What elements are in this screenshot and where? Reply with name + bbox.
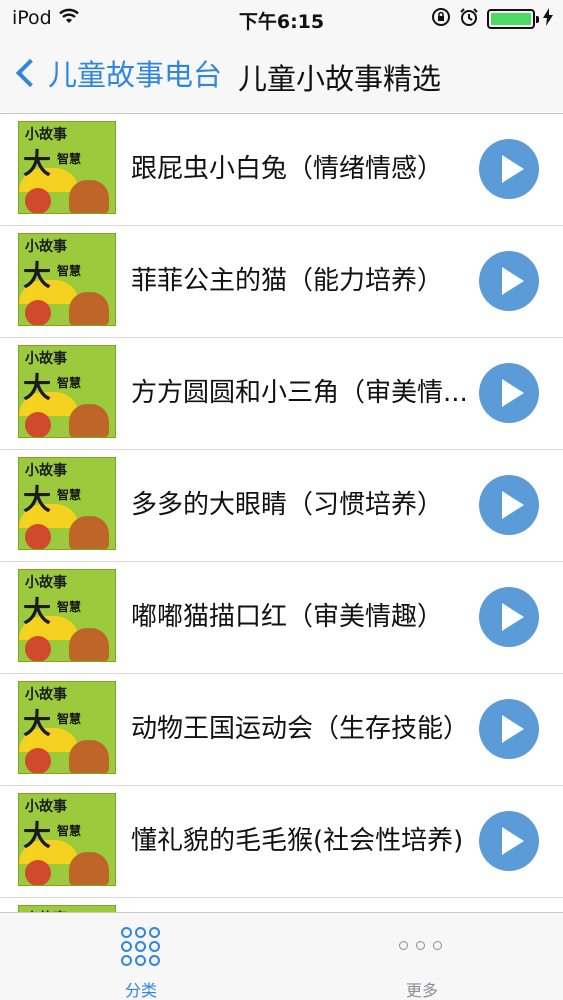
story-title: 跟屁虫小白兔（情绪情感） xyxy=(131,154,444,184)
story-thumbnail: 小故事 大 智慧 xyxy=(18,121,116,214)
thumbnail-top-text: 小故事 xyxy=(25,351,67,367)
list-item[interactable]: 小故事 大 智慧 动物王国运动会（生存技能） xyxy=(0,674,563,786)
thumbnail-big-text: 大 xyxy=(23,707,52,740)
thumbnail-big-text: 大 xyxy=(23,371,52,404)
tab-category[interactable]: 分类 xyxy=(0,913,282,1000)
thumbnail-small-text: 智慧 xyxy=(57,264,82,278)
thumbnail-small-text: 智慧 xyxy=(57,152,82,166)
story-thumbnail: 小故事 大 智慧 xyxy=(18,457,116,550)
thumbnail-small-text: 智慧 xyxy=(57,712,82,726)
list-item[interactable]: 小故事 大 智慧 多多的大眼睛（习惯培养） xyxy=(0,450,563,562)
list-item[interactable]: 小故事 大 智慧 xyxy=(0,898,563,912)
tab-more[interactable]: 更多 xyxy=(281,913,563,1000)
back-button[interactable]: 儿童故事电台 xyxy=(10,52,222,94)
list-item[interactable]: 小故事 大 智慧 跟屁虫小白兔（情绪情感） xyxy=(0,114,563,226)
play-button[interactable] xyxy=(479,139,539,199)
play-button[interactable] xyxy=(479,251,539,311)
grid-icon xyxy=(121,927,161,967)
story-list[interactable]: 小故事 大 智慧 跟屁虫小白兔（情绪情感） 小故事 大 智慧 菲菲公主的猫（能力… xyxy=(0,114,563,912)
story-thumbnail: 小故事 大 智慧 xyxy=(18,681,116,774)
list-item[interactable]: 小故事 大 智慧 方方圆圆和小三角（审美情... xyxy=(0,338,563,450)
thumbnail-big-text: 大 xyxy=(23,483,52,516)
list-item[interactable]: 小故事 大 智慧 懂礼貌的毛毛猴(社会性培养) xyxy=(0,786,563,898)
list-item[interactable]: 小故事 大 智慧 嘟嘟猫描口红（审美情趣） xyxy=(0,562,563,674)
story-title: 动物王国运动会（生存技能） xyxy=(131,714,470,744)
tab-bar: 分类 更多 xyxy=(0,912,563,1000)
thumbnail-top-text: 小故事 xyxy=(25,127,67,143)
story-thumbnail: 小故事 大 智慧 xyxy=(18,233,116,326)
story-title: 多多的大眼睛（习惯培养） xyxy=(131,490,444,520)
story-thumbnail: 小故事 大 智慧 xyxy=(18,569,116,662)
chevron-left-icon xyxy=(15,58,45,88)
story-title: 菲菲公主的猫（能力培养） xyxy=(131,266,444,296)
status-right xyxy=(431,7,553,31)
thumbnail-big-text: 大 xyxy=(23,595,52,628)
tab-category-label: 分类 xyxy=(124,981,157,1000)
thumbnail-big-text: 大 xyxy=(23,819,52,852)
status-bar: iPod 下午6:15 xyxy=(0,0,563,38)
rotation-lock-icon xyxy=(431,7,451,31)
thumbnail-small-text: 智慧 xyxy=(57,488,82,502)
story-thumbnail: 小故事 大 智慧 xyxy=(18,345,116,438)
story-title: 方方圆圆和小三角（审美情... xyxy=(131,378,468,408)
list-item[interactable]: 小故事 大 智慧 菲菲公主的猫（能力培养） xyxy=(0,226,563,338)
battery-icon xyxy=(487,9,539,29)
thumbnail-top-text: 小故事 xyxy=(25,463,67,479)
play-button[interactable] xyxy=(479,363,539,423)
thumbnail-big-text: 大 xyxy=(23,259,52,292)
play-button[interactable] xyxy=(479,475,539,535)
tab-more-label: 更多 xyxy=(405,981,438,1000)
more-icon xyxy=(399,941,442,950)
thumbnail-small-text: 智慧 xyxy=(57,600,82,614)
play-button[interactable] xyxy=(479,587,539,647)
alarm-icon xyxy=(459,7,479,31)
page-title: 儿童小故事精选 xyxy=(238,62,442,96)
thumbnail-big-text: 大 xyxy=(23,147,52,180)
navigation-bar: 儿童故事电台 儿童小故事精选 xyxy=(0,38,563,114)
thumbnail-top-text: 小故事 xyxy=(25,799,67,815)
back-button-label: 儿童故事电台 xyxy=(48,58,223,92)
charging-icon xyxy=(543,8,553,30)
thumbnail-small-text: 智慧 xyxy=(57,824,82,838)
thumbnail-small-text: 智慧 xyxy=(57,376,82,390)
story-thumbnail: 小故事 大 智慧 xyxy=(18,905,116,912)
thumbnail-top-text: 小故事 xyxy=(25,687,67,703)
thumbnail-top-text: 小故事 xyxy=(25,239,67,255)
story-thumbnail: 小故事 大 智慧 xyxy=(18,793,116,886)
story-title: 懂礼貌的毛毛猴(社会性培养) xyxy=(131,826,464,856)
play-button[interactable] xyxy=(479,811,539,871)
thumbnail-top-text: 小故事 xyxy=(25,575,67,591)
play-button[interactable] xyxy=(479,699,539,759)
story-title: 嘟嘟猫描口红（审美情趣） xyxy=(131,602,444,632)
